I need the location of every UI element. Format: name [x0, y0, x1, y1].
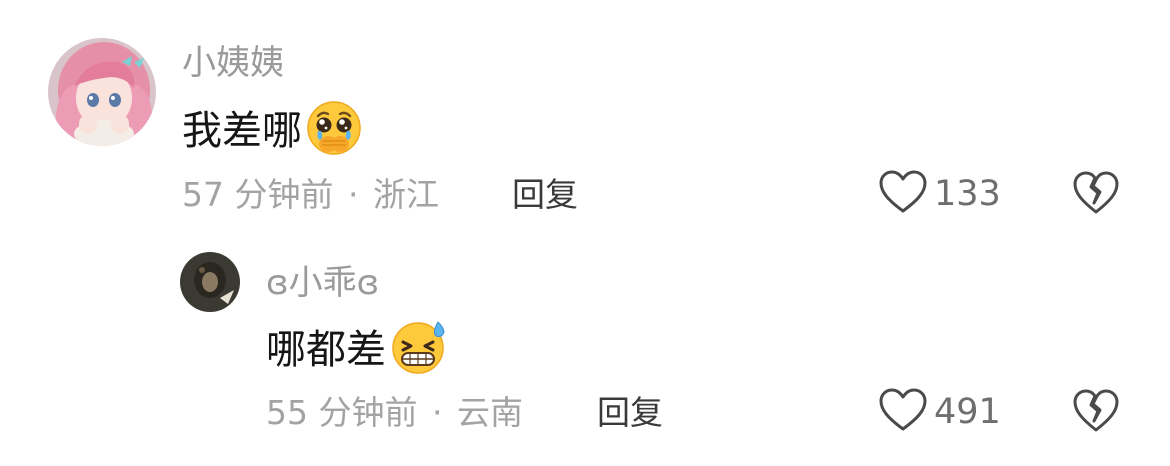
comment-meta: 55 分钟前 · 云南: [266, 396, 523, 429]
comment-location: 浙江: [372, 175, 439, 214]
comment-location: 云南: [456, 393, 523, 432]
broken-heart-outline-icon: [1072, 389, 1120, 438]
reply-button[interactable]: 回复: [597, 396, 663, 429]
avatar[interactable]: [48, 38, 156, 146]
comment-meta: 57 分钟前 · 浙江: [182, 178, 439, 211]
meta-separator: ·: [347, 175, 359, 214]
heart-outline-icon: [878, 387, 928, 437]
comment-text: 我差哪: [182, 100, 362, 156]
like-count: 133: [934, 173, 1001, 214]
broken-heart-outline-icon: [1072, 171, 1120, 220]
comment-time: 55 分钟前: [266, 393, 418, 432]
like-count: 491: [934, 391, 1001, 432]
comment-text-label: 我差哪: [182, 108, 302, 154]
heart-outline-icon: [878, 169, 928, 219]
reply-button[interactable]: 回复: [512, 178, 578, 211]
username[interactable]: ɞ小乖ɞ: [266, 266, 379, 300]
meta-separator: ·: [431, 393, 443, 432]
reply-comment-item: ɞ小乖ɞ 哪都差 55 分钟前 · 云南 回复 491: [0, 230, 1170, 466]
comment-text: 哪都差: [266, 320, 448, 376]
comment-item: 小姨姨 我差哪 57 分钟前 · 浙江 回复 133: [0, 0, 1170, 230]
dislike-button[interactable]: [1072, 388, 1120, 438]
pleading-face-emoji: [306, 100, 362, 163]
username[interactable]: 小姨姨: [182, 46, 284, 80]
comment-text-label: 哪都差: [266, 327, 386, 373]
grinning-sweat-emoji: [390, 318, 448, 383]
dislike-button[interactable]: [1072, 170, 1120, 220]
avatar[interactable]: [180, 252, 240, 312]
comment-time: 57 分钟前: [182, 175, 334, 214]
like-button[interactable]: 133: [878, 170, 1001, 218]
like-button[interactable]: 491: [878, 388, 1001, 436]
